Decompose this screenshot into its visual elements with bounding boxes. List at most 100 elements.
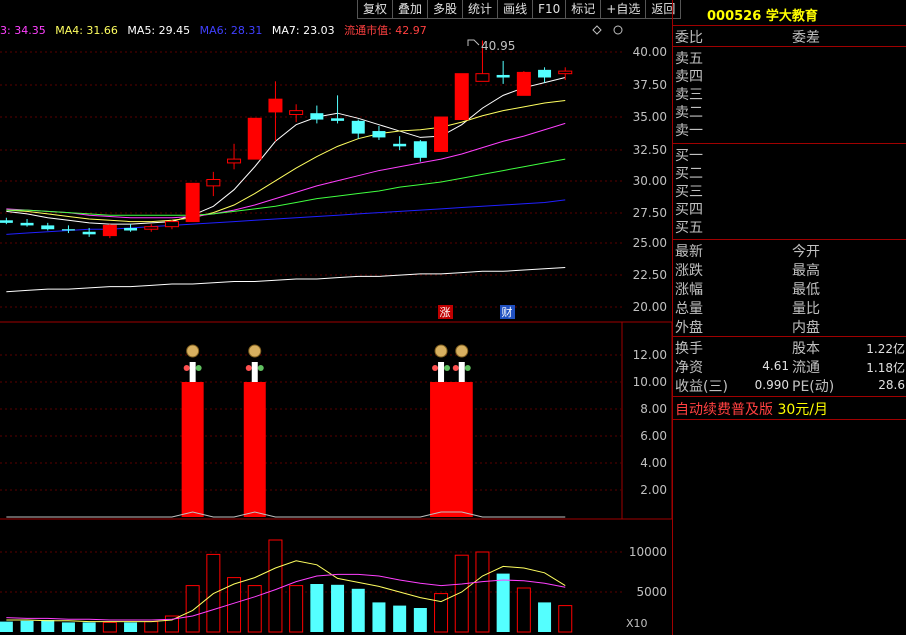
limit-up-marker-label: 涨 [440,306,451,319]
candle-body [413,141,427,158]
candles [0,40,573,239]
ma-line-ma5 [6,122,566,219]
dot-icon [444,365,451,371]
ask-2-label: 卖二 [675,105,703,121]
bid-3-label: 买三 [675,184,703,200]
money-bag-icon [183,344,202,382]
signal-bar [243,382,266,517]
dot-icon [464,365,471,371]
ma-line-ma7 [6,199,566,235]
stem-shape [458,362,465,382]
stock-chart[interactable]: 40.00 37.50 35.00 32.50 30.00 27.50 25.0… [0,0,672,635]
volume-bar [82,622,96,632]
volume-bar [372,602,386,632]
candle-body [475,73,490,82]
volume-bar [538,602,552,632]
candle-body [164,221,179,228]
dot-icon [452,365,459,371]
candle-body [144,226,159,230]
stock-code: 000526 [707,9,762,24]
volume-bar [185,585,200,633]
promo-banner[interactable]: 自动续费普及版 30元/月 [675,399,828,419]
equity-label: 股本 [792,341,820,357]
volume-bar [20,620,34,632]
candle-body [82,231,96,235]
dot-icon [432,365,439,371]
price-tick: 35.00 [633,110,667,124]
order-diff-label: 委差 [792,30,820,46]
money-bag-icon [245,344,264,382]
candle-body [434,116,449,152]
ma-line-ma8 [6,266,566,293]
pe-label: PE(动) [792,379,835,395]
volume-bar [61,622,75,632]
eps-label: 收益(三) [675,379,728,395]
volume-bar [289,585,304,633]
total-volume-label: 总量 [675,301,703,317]
dot-icon [257,365,264,371]
bid-2-label: 买二 [675,166,703,182]
candle-body [454,73,469,121]
last-price-label: 最新 [675,244,703,260]
price-tick: 40.00 [633,45,667,59]
ask-3-label: 卖三 [675,87,703,103]
stem-shape [189,362,196,382]
finance-marker-label: 财 [502,305,513,319]
high-label: 40.95 [481,39,515,53]
candle-body [558,70,573,75]
equity-value: 1.22亿 [866,342,905,356]
price-tick: 30.00 [633,174,667,188]
candle-body [372,131,386,138]
candle-body [331,118,345,121]
indicator-tick: 10.00 [633,375,667,389]
price-tick: 27.50 [633,206,667,220]
indicator-tick: 2.00 [640,483,667,497]
volume-bar [496,573,510,632]
money-bag-icon [452,344,471,382]
volume-bar [124,622,138,632]
stock-name: 学大教育 [765,9,818,24]
candle-body [124,227,138,231]
candle-body [351,120,365,134]
stock-title: 000526 学大教育 [707,5,818,24]
indicator-tick: 8.00 [640,402,667,416]
bag-shape [248,344,262,358]
pe-value: 28.6 [878,378,905,392]
circle-icon[interactable] [613,25,623,35]
low-price-label: 最低 [792,282,820,298]
x10-label: X10 [626,617,648,630]
volume-grid [0,354,622,491]
candle-body [185,182,200,223]
volume-bar [0,621,13,632]
candle-body [538,69,552,78]
high-price-label: 最高 [792,263,820,279]
candle-body [102,224,117,237]
eps-value: 0.990 [754,378,789,392]
indicator-tick: 6.00 [640,429,667,443]
volume-bar [558,605,573,633]
indicator-axis: 12.00 10.00 8.00 6.00 4.00 2.00 [633,348,667,497]
promo-text: 自动续费普及版 [675,402,773,418]
volume-bar [393,605,407,632]
indicator-tick: 4.00 [640,456,667,470]
dot-icon [245,365,252,371]
dot-icon [195,365,202,371]
outer-volume-label: 外盘 [675,320,703,336]
volume-bar [247,585,262,633]
volume-bar [310,584,324,632]
candle-body [393,143,407,147]
change-pct-label: 涨幅 [675,282,703,298]
volume-axis: 10000 5000 [629,545,667,599]
order-ratio-label: 委比 [675,30,703,46]
volume-ratio-label: 量比 [792,301,820,317]
signal-bar [450,382,473,517]
diamond-icon[interactable] [592,25,602,35]
candle-body [289,110,304,115]
ask-1-label: 卖一 [675,123,703,139]
ask-5-label: 卖五 [675,51,703,67]
price-axis: 40.00 37.50 35.00 32.50 30.00 27.50 25.0… [633,45,667,314]
stem-shape [438,362,445,382]
candle-body [0,220,13,223]
float-shares-value: 1.18亿 [866,361,905,375]
candle-body [496,74,510,78]
